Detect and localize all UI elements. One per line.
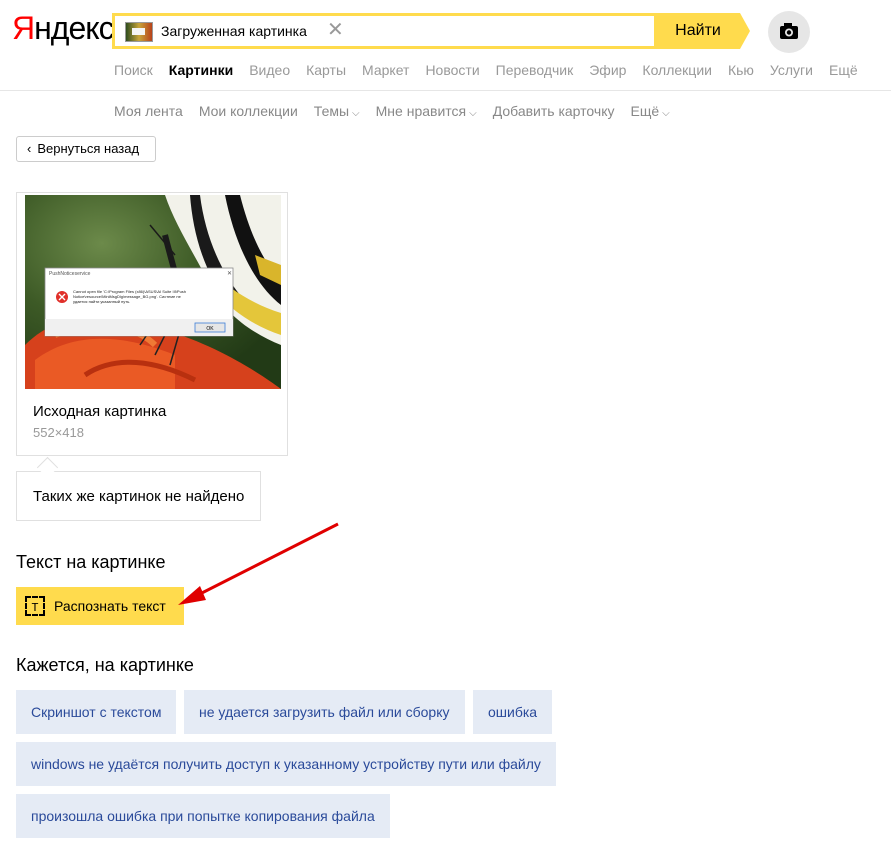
svg-text:✕: ✕ xyxy=(227,271,232,277)
subnav-label: Мне нравится xyxy=(375,103,467,119)
images-subnav: Моя лента Мои коллекции Темы ⌵ Мне нравится ⌵… xyxy=(114,103,686,119)
no-similar-message: Таких же картинок не найдено xyxy=(16,471,261,521)
suggestion-tag[interactable]: Скриншот с текстом xyxy=(16,690,176,734)
subnav-item[interactable]: Добавить карточку xyxy=(493,103,615,119)
chevron-down-icon: ⌵ xyxy=(662,108,670,119)
subnav-item[interactable]: Ещё ⌵ xyxy=(630,103,669,119)
service-tab[interactable]: Услуги xyxy=(770,62,813,78)
text-section-title: Текст на картинке xyxy=(16,552,166,572)
chevron-left-icon: ‹ xyxy=(27,141,32,156)
service-tab[interactable]: Маркет xyxy=(362,62,409,78)
source-image-title: Исходная картинка xyxy=(33,403,167,420)
service-tab[interactable]: Эфир xyxy=(589,62,626,78)
search-query: Загруженная картинка xyxy=(161,23,307,39)
seems-section-title: Кажется, на картинке xyxy=(16,655,194,675)
camera-icon xyxy=(780,23,798,39)
uploaded-image-thumbnail[interactable] xyxy=(125,22,153,42)
source-image[interactable]: PushNoticeservice ✕ Cannot open file 'C:… xyxy=(25,195,281,389)
logo-first-letter: Я xyxy=(12,10,35,46)
search-input[interactable]: Загруженная картинка ✕ xyxy=(112,13,657,49)
suggestion-tag[interactable]: windows не удаётся получить доступ к ука… xyxy=(16,742,556,786)
subnav-label: Моя лента xyxy=(114,103,183,119)
yandex-logo[interactable]: Яндекс xyxy=(12,10,115,47)
service-tab[interactable]: Новости xyxy=(425,62,479,78)
service-tab[interactable]: Карты xyxy=(306,62,346,78)
logo-text: Яндекс xyxy=(12,10,115,46)
butterfly-screenshot-image: PushNoticeservice ✕ Cannot open file 'C:… xyxy=(25,195,281,389)
logo-rest: ндекс xyxy=(34,10,114,46)
source-image-card[interactable]: PushNoticeservice ✕ Cannot open file 'C:… xyxy=(16,192,288,456)
service-tab[interactable]: Картинки xyxy=(169,62,233,78)
find-button[interactable]: Найти xyxy=(656,13,740,49)
suggestion-tag[interactable]: не удается загрузить файл или сборку xyxy=(184,690,465,734)
subnav-item[interactable]: Мне нравится ⌵ xyxy=(376,103,477,119)
service-tab[interactable]: Коллекции xyxy=(642,62,712,78)
subnav-item[interactable]: Мои коллекции xyxy=(199,103,298,119)
back-button[interactable]: ‹ Вернуться назад xyxy=(16,136,156,162)
camera-search-button[interactable] xyxy=(768,11,810,53)
find-button-tip xyxy=(740,13,750,49)
recognize-text-label: Распознать текст xyxy=(54,598,166,614)
service-tab[interactable]: Кью xyxy=(728,62,754,78)
source-image-size: 552×418 xyxy=(33,425,84,440)
suggestion-tag[interactable]: произошла ошибка при попытке копирования… xyxy=(16,794,390,838)
service-tab[interactable]: Видео xyxy=(249,62,290,78)
service-tab[interactable]: Поиск xyxy=(114,62,153,78)
back-button-label: Вернуться назад xyxy=(37,141,140,156)
service-tab[interactable]: Ещё xyxy=(829,62,858,78)
dialog-title: PushNoticeservice xyxy=(49,271,91,277)
chevron-down-icon: ⌵ xyxy=(469,108,477,119)
subnav-item[interactable]: Моя лента xyxy=(114,103,183,119)
subnav-label: Ещё xyxy=(630,103,660,119)
subnav-label: Мои коллекции xyxy=(198,103,298,119)
subnav-item[interactable]: Темы ⌵ xyxy=(314,103,360,119)
service-tab[interactable]: Переводчик xyxy=(496,62,574,78)
text-recognition-icon: T xyxy=(25,596,45,616)
subnav-label: Темы xyxy=(313,103,350,119)
red-annotation-arrow xyxy=(178,522,339,605)
header-divider xyxy=(0,90,891,91)
recognize-text-button[interactable]: T Распознать текст xyxy=(16,587,184,625)
suggestion-tag[interactable]: ошибка xyxy=(473,690,552,734)
subnav-label: Добавить карточку xyxy=(492,103,615,119)
services-nav: Поиск Картинки Видео Карты Маркет Новости Пере… xyxy=(114,62,874,78)
chevron-down-icon: ⌵ xyxy=(352,108,360,119)
dialog-ok-button: OK xyxy=(206,326,214,332)
close-icon[interactable]: ✕ xyxy=(327,20,344,40)
